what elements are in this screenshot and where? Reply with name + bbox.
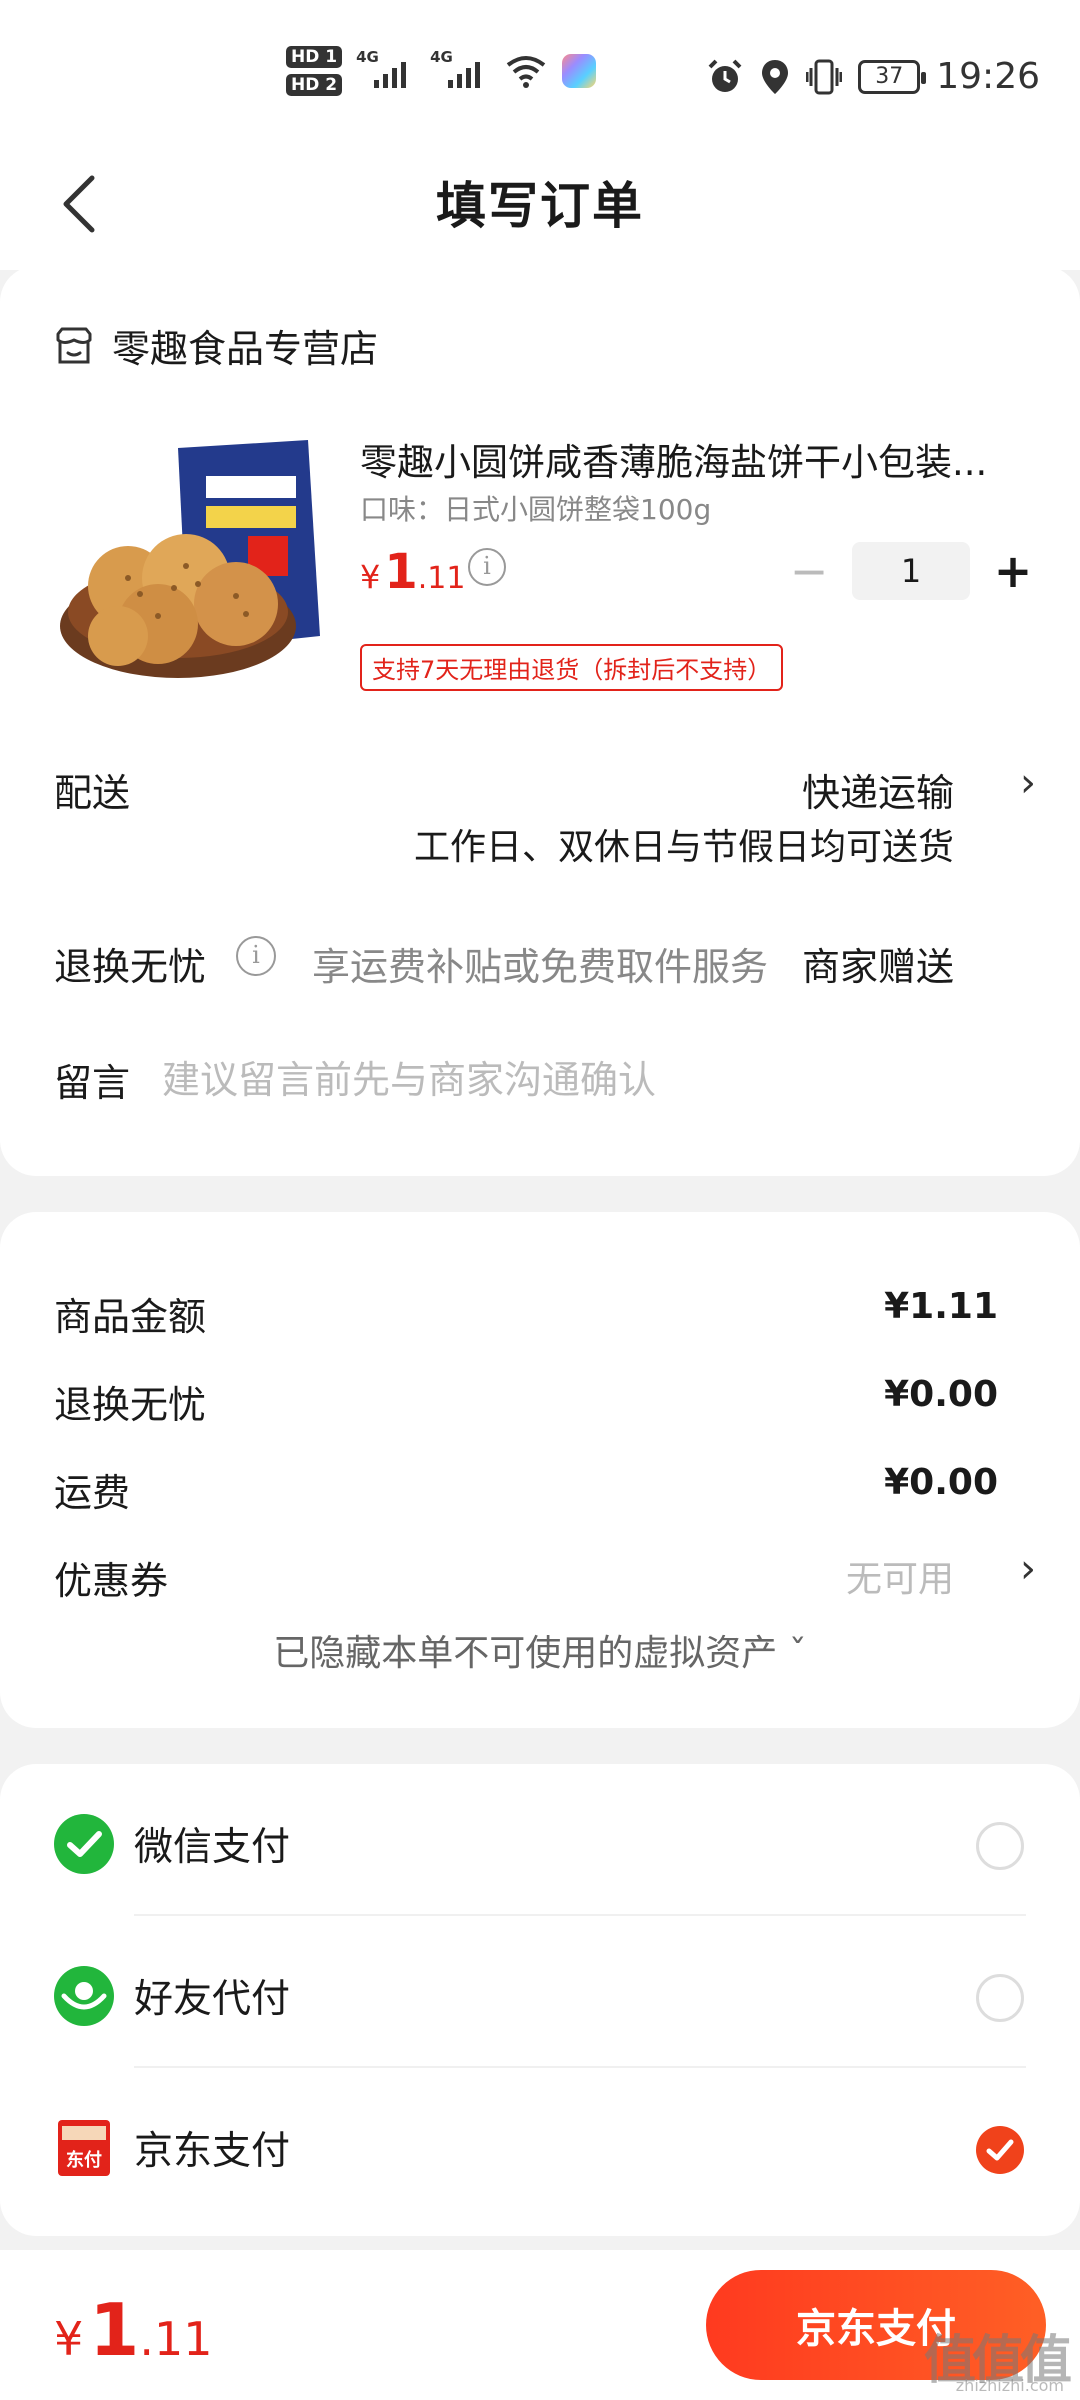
location-icon [762,59,789,94]
payment-label: 好友代付 [134,1977,291,2022]
signal-icon: 4G [430,48,490,94]
hd1-badge: HD 1 [286,46,343,68]
summary-label: 退换无忧 [54,1383,207,1427]
store-row[interactable]: 零趣食品专营店 [54,318,378,373]
store-name: 零趣食品专营店 [112,327,379,371]
worry-free-description: 享运费补贴或免费取件服务 [312,945,769,989]
quantity-field[interactable]: 1 [852,542,970,600]
total-price: ¥ 1 .11 [54,2288,213,2372]
store-icon [56,327,92,363]
payment-option-jd[interactable]: 东付 京东支付 [0,2068,1080,2218]
delivery-label: 配送 [54,771,131,815]
app-notification-icon [562,54,597,88]
signal-icon: 4G [356,48,416,94]
wechat-pay-icon [54,1814,114,1874]
message-input[interactable] [162,1052,1022,1108]
payment-label: 微信支付 [134,1825,291,1870]
hd2-badge: HD 2 [286,74,343,96]
summary-value: ¥1.11 [884,1286,998,1327]
chevron-right-icon[interactable]: › [1020,1546,1036,1592]
worry-free-info-icon[interactable]: i [236,936,276,976]
price-info-icon[interactable]: i [468,548,506,586]
worry-free-value: 商家赠送 [801,945,954,989]
summary-value: ¥0.00 [884,1374,998,1415]
return-policy-badge: 支持7天无理由退货（拆封后不支持） [360,644,784,691]
status-bar-left: HD 1 HD 2 4G 4G [286,46,597,96]
payment-radio[interactable] [976,1974,1024,2022]
check-icon [986,2139,1014,2161]
payment-option-friend[interactable]: 好友代付 [0,1916,1080,2066]
summary-label: 运费 [54,1471,131,1515]
hidden-assets-toggle[interactable]: 已隐藏本单不可使用的虚拟资产 ˇ [0,1624,1080,1676]
wifi-icon [506,56,546,88]
price-integer: 1 [384,544,418,600]
jd-pay-icon: 东付 [58,2120,110,2176]
decrease-quantity-button[interactable]: − [784,543,834,599]
nav-bar: 填写订单 [0,150,1080,270]
status-bar-right: 37 19:26 [706,56,1040,97]
payment-label: 京东支付 [134,2129,291,2174]
coupon-value[interactable]: 无可用 [846,1550,954,1602]
page-title: 填写订单 [436,177,644,235]
summary-value: ¥0.00 [884,1462,998,1503]
total-currency: ¥ [54,2312,84,2366]
product-price: ¥ 1 .11 [360,544,465,600]
price-currency: ¥ [360,558,381,596]
message-label: 留言 [54,1061,131,1105]
summary-label: 商品金额 [54,1295,207,1339]
payment-methods-card: 微信支付 好友代付 东付 京东支付 [0,1764,1080,2236]
status-time: 19:26 [936,56,1040,97]
hd-badges: HD 1 HD 2 [286,46,343,96]
battery-icon: 37 [858,59,927,94]
product-image[interactable] [58,436,328,696]
price-summary-card: 商品金额 ¥1.11 退换无忧 ¥0.00 运费 ¥0.00 优惠券 无可用 ›… [0,1212,1080,1728]
status-bar: HD 1 HD 2 4G 4G 37 19:26 [0,0,1080,150]
product-spec: 口味：日式小圆饼整袋100g [360,493,712,526]
delivery-method[interactable]: 快递运输 [802,762,954,817]
vibrate-icon [806,59,843,94]
alarm-icon [708,59,742,92]
total-integer: 1 [89,2288,140,2372]
payment-radio-selected[interactable] [976,2126,1024,2174]
quantity-stepper: − 1 + [784,542,1038,600]
chevron-right-icon[interactable]: › [1020,760,1036,806]
payment-option-wechat[interactable]: 微信支付 [0,1764,1080,1914]
coupon-label: 优惠券 [54,1559,169,1603]
increase-quantity-button[interactable]: + [988,543,1038,599]
checkout-bar: ¥ 1 .11 京东支付 [0,2250,1080,2400]
payment-radio[interactable] [976,1822,1024,1870]
product-name[interactable]: 零趣小圆饼咸香薄脆海盐饼干小包装... [360,432,1030,486]
total-decimal: .11 [139,2312,213,2366]
order-card: 零趣食品专营店 零趣小圆饼咸香薄脆海盐饼干小包装... 口味：日式小圆饼整袋10… [0,266,1080,1176]
watermark-url: zhizhizhi.com [955,2376,1064,2395]
delivery-note: 工作日、双休日与节假日均可送货 [413,827,954,868]
price-decimal: .11 [417,561,466,596]
friend-pay-icon [54,1966,114,2026]
worry-free-label: 退换无忧 [54,945,207,989]
svg-text:东付: 东付 [66,2149,102,2171]
